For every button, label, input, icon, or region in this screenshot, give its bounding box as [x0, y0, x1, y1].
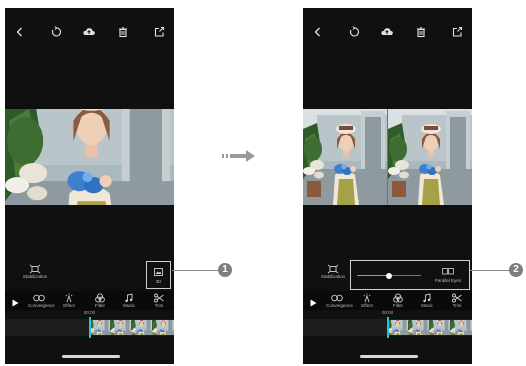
trim-icon [451, 293, 463, 303]
stabilization-label: Stabilization [320, 274, 346, 279]
tool-tab-bar: Convergence Effect Filter Music Trim [5, 291, 174, 310]
tab-label: Effect [63, 303, 75, 308]
top-toolbar [303, 8, 472, 56]
left-eye-view [303, 109, 387, 205]
depth-slider-thumb[interactable] [386, 272, 392, 279]
trim-icon [153, 293, 165, 303]
playhead[interactable] [387, 317, 389, 338]
top-toolbar [5, 8, 174, 56]
delete-icon[interactable] [116, 25, 130, 39]
tool-tab-bar: Convergence Effect Filter Music Trim [303, 291, 472, 310]
delete-icon[interactable] [414, 25, 428, 39]
stabilization-button[interactable]: Stabilization [15, 264, 55, 279]
playhead[interactable] [89, 317, 91, 338]
cloud-upload-icon[interactable] [380, 25, 394, 39]
play-icon [308, 298, 318, 308]
undo-icon[interactable] [49, 25, 63, 39]
callout-badge-2: 2 [509, 263, 523, 277]
play-icon [10, 298, 20, 308]
tab-trim[interactable]: Trim [148, 293, 170, 308]
filter-icon [392, 293, 404, 303]
3d-mode-label: 3D [155, 279, 162, 284]
stabilization-icon [327, 264, 339, 274]
callout-badge-1: 1 [218, 263, 232, 277]
tab-label: Trim [154, 303, 164, 308]
tab-convergence[interactable]: Convergence [28, 293, 55, 308]
editor-screen-2d: Stabilization 3D Convergence Effect Filt… [5, 8, 174, 364]
back-icon[interactable] [311, 25, 325, 39]
cloud-upload-icon[interactable] [82, 25, 96, 39]
3d-icon [154, 268, 163, 276]
tab-label: Music [421, 303, 433, 308]
stabilization-label: Stabilization [22, 274, 48, 279]
music-icon [123, 293, 135, 303]
tab-music[interactable]: Music [118, 293, 140, 308]
tab-label: Effect [361, 303, 373, 308]
parallel-eyes-icon[interactable] [442, 268, 454, 275]
depth-slider-fill [357, 275, 389, 276]
tab-effect[interactable]: Effect [58, 293, 80, 308]
tab-label: Music [123, 303, 135, 308]
clip-thumbnail [387, 320, 409, 335]
back-icon[interactable] [13, 25, 27, 39]
editor-screen-3d: Stabilization Parallel Eyes Convergence … [303, 8, 472, 364]
callout-line-2 [470, 270, 510, 271]
stabilization-icon [29, 264, 41, 274]
tab-effect[interactable]: Effect [356, 293, 378, 308]
share-icon[interactable] [152, 25, 166, 39]
tab-label: Trim [452, 303, 462, 308]
parallel-eyes-label: Parallel Eyes [434, 278, 462, 283]
callout-line-1 [172, 270, 218, 271]
tab-label: Convergence [28, 303, 55, 308]
filter-icon [94, 293, 106, 303]
clip-thumbnail [89, 320, 111, 335]
tab-filter[interactable]: Filter [89, 293, 111, 308]
timecode: 00:00 [83, 310, 96, 315]
clip-thumbnail [408, 320, 430, 335]
tab-filter[interactable]: Filter [387, 293, 409, 308]
3d-adjust-panel: Parallel Eyes [350, 260, 470, 290]
stereo-video-preview [303, 109, 472, 205]
effect-icon [63, 293, 75, 303]
undo-icon[interactable] [347, 25, 361, 39]
music-icon [421, 293, 433, 303]
timecode: 00:00 [381, 310, 394, 315]
share-icon[interactable] [450, 25, 464, 39]
home-indicator [360, 355, 418, 358]
tab-label: Filter [393, 303, 403, 308]
clip-thumbnail [450, 320, 472, 335]
convergence-icon [331, 293, 343, 303]
tab-trim[interactable]: Trim [446, 293, 468, 308]
stabilization-button[interactable]: Stabilization [313, 264, 353, 279]
clip-thumbnail [429, 320, 451, 335]
right-eye-view [388, 109, 472, 205]
tab-label: Filter [95, 303, 105, 308]
3d-mode-button[interactable]: 3D [146, 261, 171, 289]
video-preview [5, 109, 174, 205]
tab-label: Convergence [326, 303, 353, 308]
arrow-right-icon [222, 150, 255, 162]
clip-thumbnail [152, 320, 174, 335]
effect-icon [361, 293, 373, 303]
convergence-icon [33, 293, 45, 303]
home-indicator [62, 355, 120, 358]
tab-music[interactable]: Music [416, 293, 438, 308]
tab-convergence[interactable]: Convergence [326, 293, 353, 308]
clip-thumbnail [110, 320, 132, 335]
clip-thumbnail [131, 320, 153, 335]
